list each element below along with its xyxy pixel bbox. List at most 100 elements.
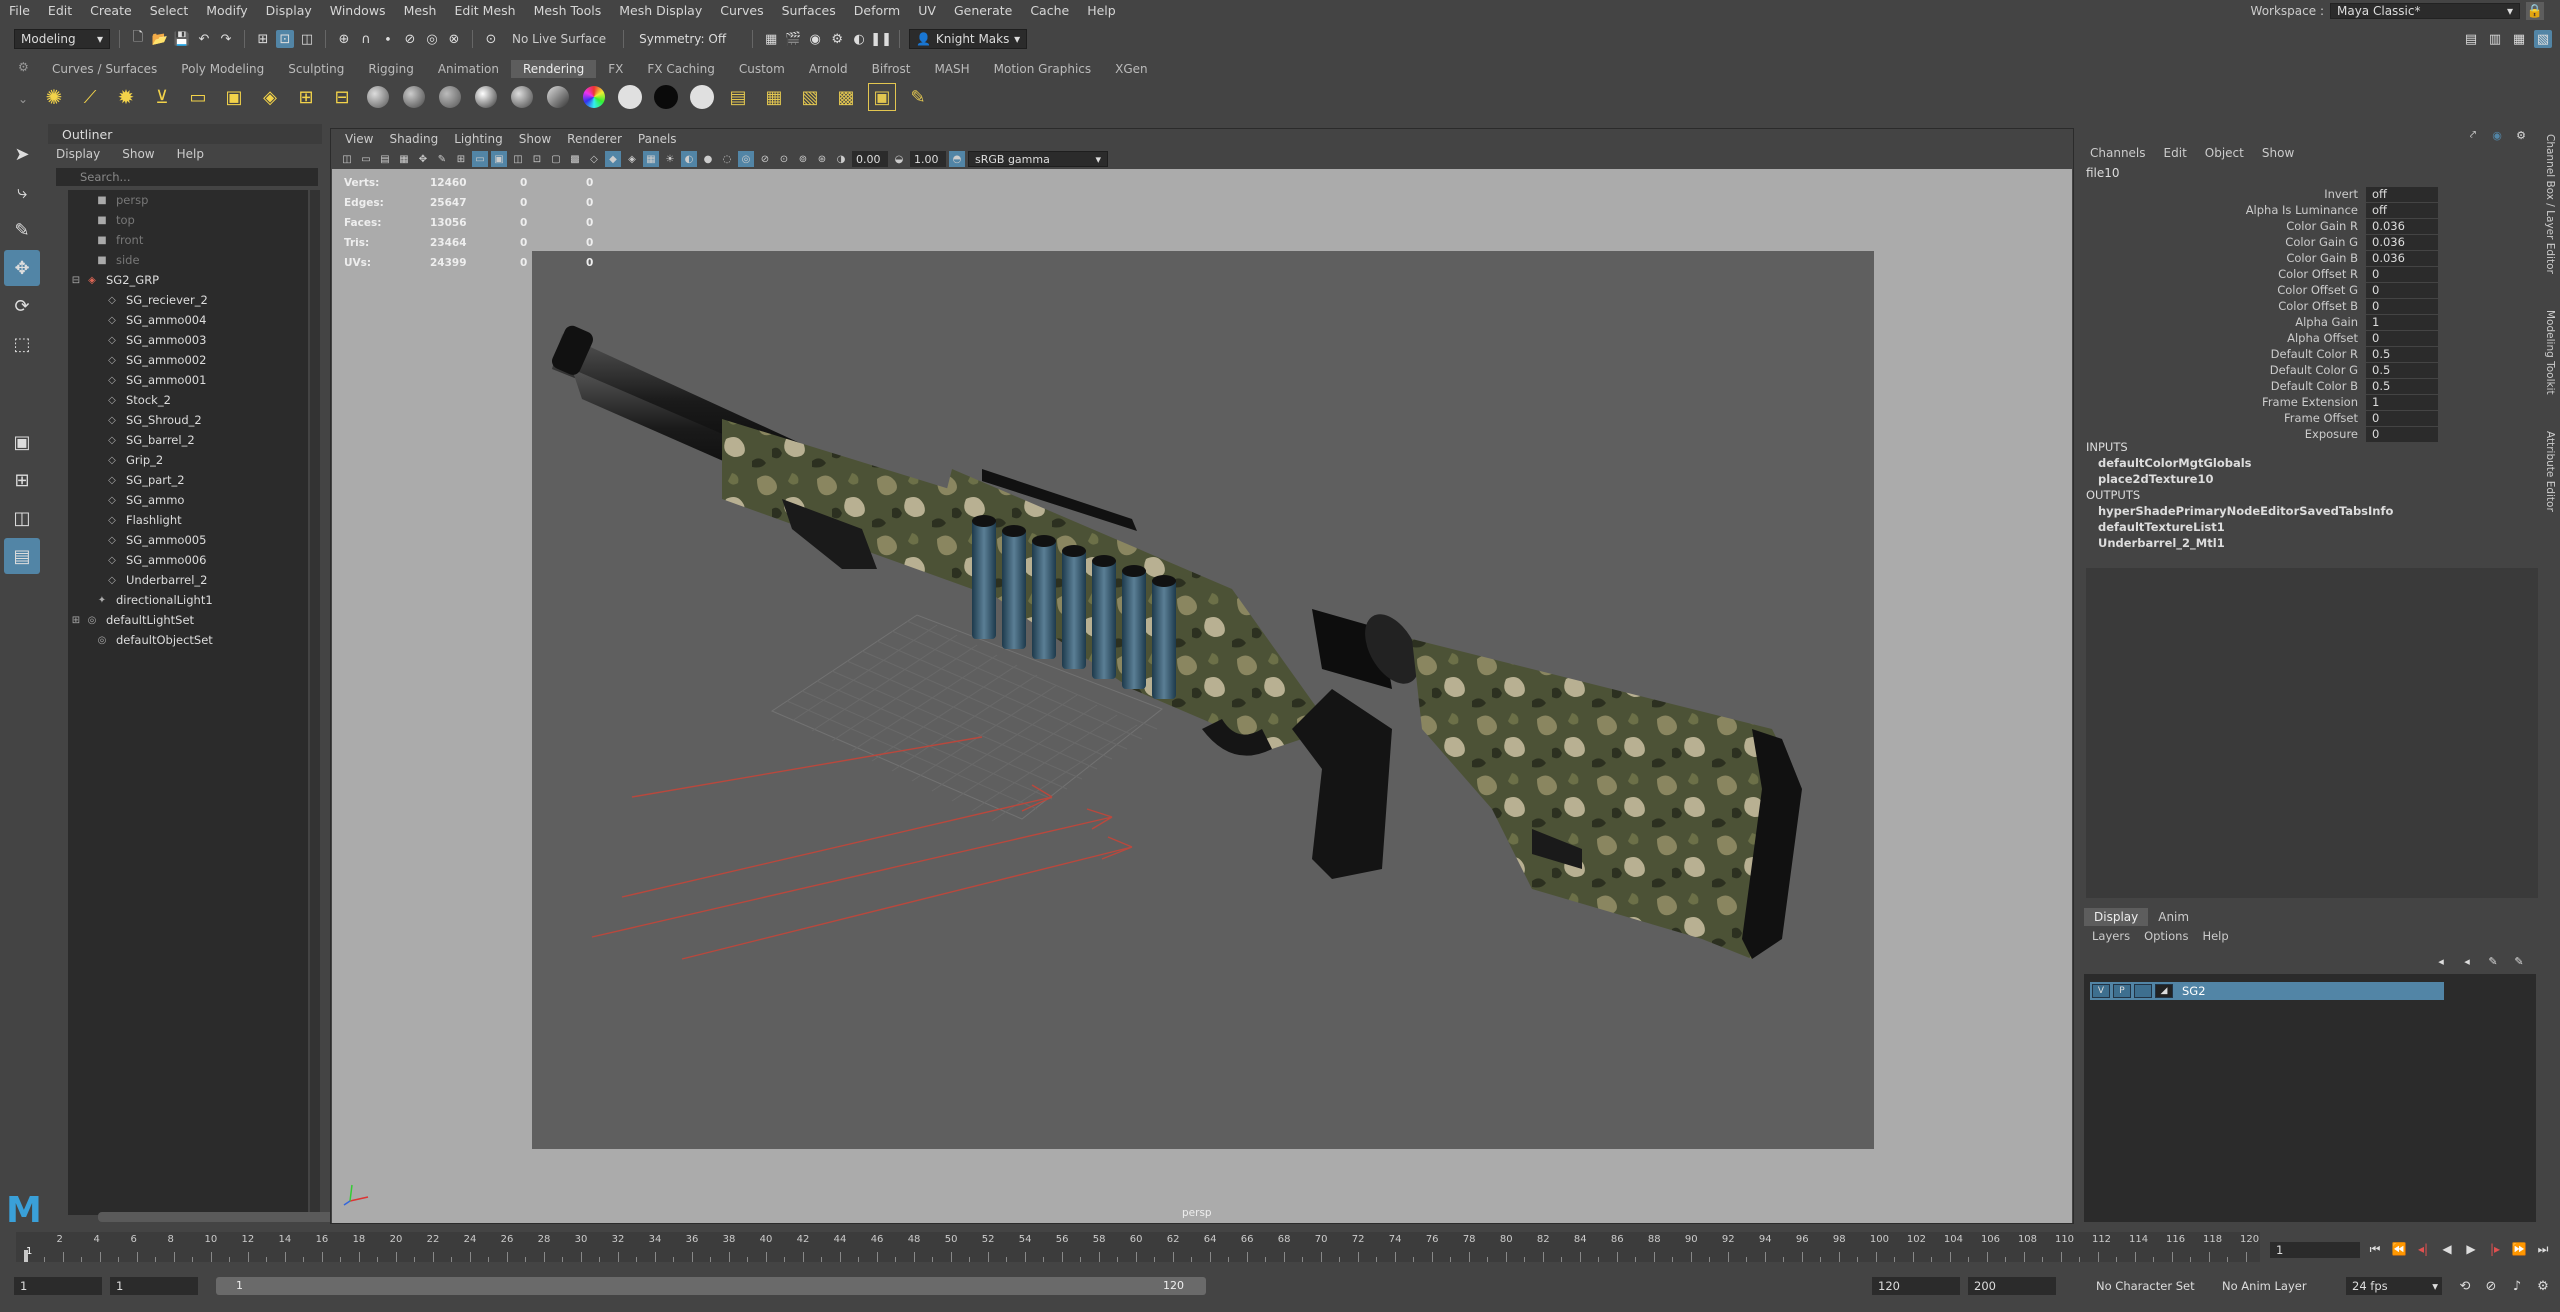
hypershade-icon[interactable]: ◐ [850, 30, 868, 48]
outliner-search[interactable]: Search... [56, 168, 318, 186]
audio-icon[interactable]: ♪ [2508, 1277, 2526, 1295]
outliner-menu-show[interactable]: Show [122, 147, 154, 161]
shading-map-icon[interactable] [616, 83, 644, 111]
channel-attribute[interactable]: Color Gain G 0.036 [2080, 234, 2540, 250]
view-transform-dropdown[interactable]: sRGB gamma ▾ [968, 151, 1108, 167]
layer-playback-toggle[interactable]: P [2113, 984, 2131, 998]
anim-layer-dropdown[interactable]: No Anim Layer [2216, 1277, 2336, 1295]
menu-mesh-display[interactable]: Mesh Display [610, 3, 711, 18]
viewport-menu-panels[interactable]: Panels [630, 132, 685, 146]
channel-attribute[interactable]: Default Color B 0.5 [2080, 378, 2540, 394]
shelf-tab-bifrost[interactable]: Bifrost [860, 60, 923, 78]
outliner-item[interactable]: ◇ Stock_2 [68, 390, 308, 410]
select-hierarchy-icon[interactable]: ⊞ [254, 30, 272, 48]
menu-create[interactable]: Create [81, 3, 141, 18]
shadows-icon[interactable]: ◐ [681, 151, 697, 167]
snap-view-icon[interactable]: ⊘ [401, 30, 419, 48]
scale-tool-icon[interactable]: ⬚ [4, 326, 40, 362]
channel-attribute[interactable]: Color Gain R 0.036 [2080, 218, 2540, 234]
pause-icon[interactable]: ❚❚ [870, 30, 892, 48]
open-scene-icon[interactable]: 📂 [151, 30, 169, 48]
camera-aim-up-icon[interactable]: ⊟ [328, 83, 356, 111]
textured-icon[interactable]: ▦ [643, 151, 659, 167]
outliner-item[interactable]: ■ side [68, 250, 308, 270]
shelf-tab-rendering[interactable]: Rendering [511, 60, 597, 78]
render-setup-icon[interactable]: ▧ [796, 83, 824, 111]
spot-light-icon[interactable]: ⊻ [148, 83, 176, 111]
attribute-value[interactable]: off [2366, 202, 2438, 218]
attribute-value[interactable]: 0.5 [2366, 378, 2438, 394]
render-frame-icon[interactable]: 🎬 [784, 30, 802, 48]
menu-cache[interactable]: Cache [1021, 3, 1078, 18]
safe-action-icon[interactable]: ▢ [548, 151, 564, 167]
shelf-tab-curves-surfaces[interactable]: Curves / Surfaces [40, 60, 169, 78]
select-camera-icon[interactable]: ◫ [339, 151, 355, 167]
outliner-item[interactable]: ⊞ ◎ defaultLightSet [68, 610, 308, 630]
isolate-select-icon[interactable]: ⊘ [757, 151, 773, 167]
xray-components-icon[interactable]: ⊛ [814, 151, 830, 167]
outliner-scrollbar[interactable] [310, 190, 320, 1215]
resolution-gate-icon[interactable]: ▣ [491, 151, 507, 167]
outliner-item[interactable]: ⊟ ◈ SG2_GRP [68, 270, 308, 290]
symmetry-dropdown[interactable]: Symmetry: Off [633, 29, 743, 49]
auto-key-icon[interactable]: ⊘ [2482, 1277, 2500, 1295]
outliner-menu-help[interactable]: Help [177, 147, 204, 161]
options-icon[interactable]: ⚙ [2512, 126, 2530, 144]
outliner-item[interactable]: ■ front [68, 230, 308, 250]
outliner-item[interactable]: ◇ Flashlight [68, 510, 308, 530]
step-back-key-icon[interactable]: ⏪ [2390, 1240, 2408, 1258]
step-back-frame-icon[interactable]: ◂| [2414, 1240, 2432, 1258]
ambient-occlusion-icon[interactable]: ● [700, 151, 716, 167]
attribute-value[interactable]: 0.5 [2366, 346, 2438, 362]
ipr-icon[interactable]: ✎ [904, 83, 932, 111]
menu-surfaces[interactable]: Surfaces [773, 3, 845, 18]
save-scene-icon[interactable]: 💾 [173, 30, 191, 48]
color-management-icon[interactable]: ◓ [949, 151, 965, 167]
range-slider[interactable]: 1 120 [216, 1277, 1206, 1295]
viewport-menu-renderer[interactable]: Renderer [559, 132, 630, 146]
go-to-end-icon[interactable]: ⏭ [2534, 1240, 2552, 1258]
channel-attribute[interactable]: Frame Extension 1 [2080, 394, 2540, 410]
shelf-tab-animation[interactable]: Animation [426, 60, 511, 78]
undo-icon[interactable]: ↶ [195, 30, 213, 48]
use-background-icon[interactable] [688, 83, 716, 111]
time-slider[interactable]: 2 4 6 8 10 12 14 16 18 20 22 24 26 28 30 32 34 36 38 40 42 44… [16, 1232, 2260, 1262]
tool-settings-icon[interactable]: ▦ [2510, 30, 2528, 48]
use-lights-icon[interactable]: ☀ [662, 151, 678, 167]
render-view-icon[interactable]: ▦ [762, 30, 780, 48]
menu-windows[interactable]: Windows [321, 3, 395, 18]
viewport-menu-view[interactable]: View [337, 132, 381, 146]
lock-icon[interactable]: 🔒 [2526, 2, 2544, 20]
outliner-item[interactable]: ◇ SG_barrel_2 [68, 430, 308, 450]
new-scene-icon[interactable]: 🗋 [129, 30, 147, 48]
outliner-item[interactable]: ◎ defaultObjectSet [68, 630, 308, 650]
channel-attribute[interactable]: Color Gain B 0.036 [2080, 250, 2540, 266]
input-node[interactable]: place2dTexture10 [2086, 472, 2393, 488]
channel-menu-show[interactable]: Show [2262, 146, 2294, 160]
layered-shader-icon[interactable] [544, 83, 572, 111]
side-tab-attribute-editor[interactable]: Attribute Editor [2544, 431, 2556, 512]
outliner-item[interactable]: ✦ directionalLight1 [68, 590, 308, 610]
animation-start-field[interactable]: 1 [14, 1277, 102, 1295]
phong-e-shader-icon[interactable] [508, 83, 536, 111]
layer-menu-layers[interactable]: Layers [2092, 929, 2130, 943]
collapse-icon[interactable]: ⊟ [70, 275, 82, 286]
gate-mask-icon[interactable]: ◫ [510, 151, 526, 167]
shelf-tab-fx[interactable]: FX [596, 60, 635, 78]
layer-display-type[interactable] [2134, 984, 2152, 998]
info-icon[interactable]: ◉ [2488, 126, 2506, 144]
safe-title-icon[interactable]: ▩ [567, 151, 583, 167]
channel-menu-edit[interactable]: Edit [2164, 146, 2187, 160]
menu-display[interactable]: Display [257, 3, 321, 18]
ambient-light-icon[interactable]: ✺ [40, 83, 68, 111]
channel-attribute[interactable]: Color Offset R 0 [2080, 266, 2540, 282]
wireframe-icon[interactable]: ◇ [586, 151, 602, 167]
3d-viewport[interactable]: Verts: 12460 0 0 Edges: 25647 0 0 Faces: 13056 0 0 T… [332, 169, 2072, 1223]
shelf-tab-fx-caching[interactable]: FX Caching [635, 60, 726, 78]
outliner-item[interactable]: ◇ Grip_2 [68, 450, 308, 470]
user-account-dropdown[interactable]: 👤 Knight Maks ▾ [909, 29, 1028, 49]
side-tab-channel-box-layer-editor[interactable]: Channel Box / Layer Editor [2544, 134, 2556, 274]
preferences-icon[interactable]: ⚙ [2534, 1277, 2552, 1295]
outliner-item[interactable]: ◇ SG_part_2 [68, 470, 308, 490]
select-component-icon[interactable]: ◫ [298, 30, 316, 48]
